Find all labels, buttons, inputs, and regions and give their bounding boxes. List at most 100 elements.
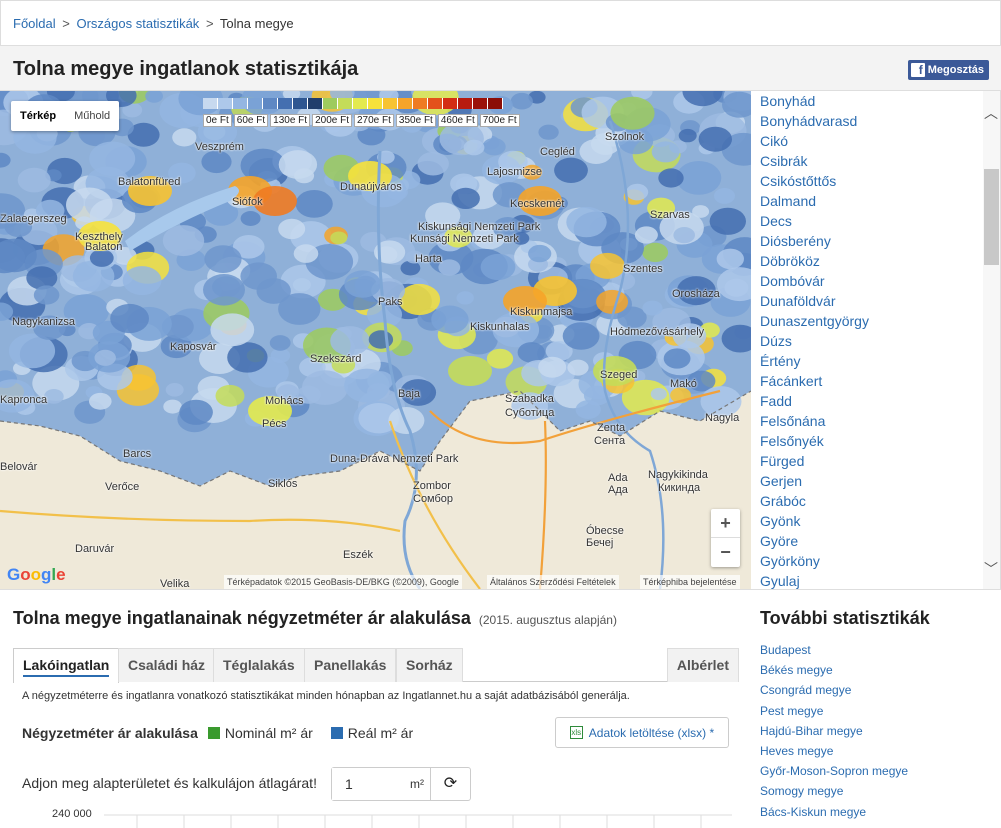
facebook-share-button[interactable]: f Megosztás bbox=[907, 60, 989, 80]
legend-price-label: 60e Ft bbox=[233, 114, 269, 127]
nominal-label: Nominál m² ár bbox=[224, 725, 313, 741]
more-stats-title: További statisztikák bbox=[760, 608, 930, 628]
more-stats-link[interactable]: Győr-Moson-Sopron megye bbox=[760, 761, 908, 781]
town-link[interactable]: Csibrák bbox=[760, 151, 1000, 171]
town-link[interactable]: Cikó bbox=[760, 131, 1000, 151]
breadcrumb-home-link[interactable]: Főoldal bbox=[13, 16, 56, 31]
map-type-roadmap[interactable]: Térkép bbox=[11, 101, 65, 131]
price-cell bbox=[344, 270, 381, 298]
town-link[interactable]: Grábóc bbox=[760, 491, 1000, 511]
town-list-scrollbar[interactable]: ︿ ﹀ bbox=[983, 91, 1000, 589]
town-link[interactable]: Értény bbox=[760, 351, 1000, 371]
zoom-out-button[interactable]: − bbox=[711, 538, 740, 567]
town-link[interactable]: Bonyhádvarasd bbox=[760, 111, 1000, 131]
town-link[interactable]: Dunaföldvár bbox=[760, 291, 1000, 311]
legend-nominal[interactable]: Nominál m² ár bbox=[207, 725, 313, 741]
zoom-in-button[interactable]: + bbox=[711, 509, 740, 538]
refresh-icon[interactable]: ⟳ bbox=[430, 768, 470, 800]
town-link[interactable]: Dalmand bbox=[760, 191, 1000, 211]
map-type-control[interactable]: Térkép Műhold bbox=[11, 101, 120, 131]
town-link[interactable]: Fadd bbox=[760, 391, 1000, 411]
tab-alberlet[interactable]: Albérlet bbox=[666, 648, 739, 682]
price-cell bbox=[626, 183, 649, 201]
price-cell bbox=[240, 211, 261, 226]
town-link[interactable]: Decs bbox=[760, 211, 1000, 231]
scroll-thumb[interactable] bbox=[984, 169, 999, 265]
scroll-up-icon[interactable]: ︿ bbox=[984, 103, 998, 123]
tab-panellakas[interactable]: Panellakás bbox=[304, 648, 397, 682]
legend-price-label: 350e Ft bbox=[395, 114, 436, 127]
town-link[interactable]: Dúzs bbox=[760, 331, 1000, 351]
price-cell bbox=[431, 305, 469, 334]
town-link[interactable]: Fácánkert bbox=[760, 371, 1000, 391]
map-city-label: Nagykikinda bbox=[648, 469, 708, 481]
town-link[interactable]: Felsőnyék bbox=[760, 431, 1000, 451]
price-cell bbox=[692, 205, 710, 218]
map-city-label: Balaton bbox=[85, 241, 123, 253]
town-link[interactable]: Felsőnána bbox=[760, 411, 1000, 431]
map-city-label: Kunsági Nemzeti Park bbox=[410, 233, 519, 245]
more-stats-link[interactable]: Budapest bbox=[760, 640, 908, 660]
map-terms-link[interactable]: Általános Szerződési Feltételek bbox=[487, 575, 619, 589]
map-city-label: Сомбор bbox=[413, 493, 454, 505]
town-link[interactable]: Györköny bbox=[760, 551, 1000, 571]
town-link[interactable]: Gerjen bbox=[760, 471, 1000, 491]
download-xlsx-button[interactable]: xls Adatok letöltése (xlsx) * bbox=[555, 717, 729, 748]
town-link[interactable]: Csikóstőttős bbox=[760, 171, 1000, 191]
map-city-label: Harta bbox=[415, 253, 442, 265]
map-city-label: Бечеј bbox=[586, 537, 614, 549]
price-cell bbox=[698, 126, 732, 152]
more-stats-link[interactable]: Somogy megye bbox=[760, 781, 908, 801]
town-link[interactable]: Diósberény bbox=[760, 231, 1000, 251]
facebook-icon: f bbox=[910, 63, 925, 77]
breadcrumb-national-stats-link[interactable]: Országos statisztikák bbox=[76, 16, 199, 31]
legend-color-step bbox=[353, 98, 368, 109]
tab-sorhaz[interactable]: Sorház bbox=[396, 648, 463, 682]
tab-teglalakas[interactable]: Téglalakás bbox=[213, 648, 305, 682]
page-title: Tolna megye ingatlanok statisztikája bbox=[13, 58, 359, 80]
town-list: Bonyhád Bonyhádvarasd Cikó Csibrák Csikóstőt… bbox=[751, 91, 1000, 589]
legend-color-step bbox=[368, 98, 383, 109]
price-cell bbox=[163, 399, 182, 414]
map-city-label: Szeged bbox=[600, 369, 638, 381]
scroll-down-icon[interactable]: ﹀ bbox=[984, 559, 998, 579]
legend-color-step bbox=[248, 98, 263, 109]
price-cell bbox=[634, 226, 658, 244]
price-cell bbox=[517, 342, 545, 363]
map-city-label: Belovár bbox=[0, 461, 38, 473]
stats-description: A négyzetméterre és ingatlanra vonatkozó… bbox=[22, 690, 630, 702]
town-link[interactable]: Dunaszentgyörgy bbox=[760, 311, 1000, 331]
town-link[interactable]: Gyönk bbox=[760, 511, 1000, 531]
more-stats-link[interactable]: Pest megye bbox=[760, 701, 908, 721]
town-link[interactable]: Bonyhád bbox=[760, 91, 1000, 111]
map-city-label: Nagykanizsa bbox=[12, 316, 75, 328]
town-link[interactable]: Dombóvár bbox=[760, 271, 1000, 291]
price-cell bbox=[295, 190, 333, 218]
price-cell bbox=[642, 242, 669, 263]
price-heatmap[interactable]: Szolnok Cegléd Veszprém Dunaújváros Lajosmiz… bbox=[0, 91, 751, 589]
town-link[interactable]: Döbrököz bbox=[760, 251, 1000, 271]
price-cell bbox=[663, 348, 691, 369]
price-cell bbox=[269, 335, 291, 351]
town-link[interactable]: Fürged bbox=[760, 451, 1000, 471]
map-city-label: Paks bbox=[378, 296, 403, 308]
legend-real[interactable]: Reál m² ár bbox=[330, 725, 413, 741]
town-link[interactable]: Gyulaj bbox=[760, 571, 1000, 589]
more-stats-link[interactable]: Bács-Kiskun megye bbox=[760, 802, 908, 822]
tab-lakoingatlan[interactable]: Lakóingatlan bbox=[13, 648, 120, 683]
price-cell bbox=[673, 227, 695, 244]
more-stats-link[interactable]: Hajdú-Bihar megye bbox=[760, 721, 908, 741]
tab-csaladi-haz[interactable]: Családi ház bbox=[118, 648, 216, 682]
town-list-panel[interactable]: Bonyhád Bonyhádvarasd Cikó Csibrák Csikóstőt… bbox=[751, 91, 1001, 589]
map-canvas[interactable] bbox=[0, 91, 751, 589]
map-report-link[interactable]: Térképhiba bejelentése bbox=[640, 575, 740, 589]
legend-color-step bbox=[473, 98, 488, 109]
price-cell bbox=[368, 330, 394, 349]
map-type-satellite[interactable]: Műhold bbox=[65, 101, 119, 131]
more-stats-link[interactable]: Heves megye bbox=[760, 741, 908, 761]
town-link[interactable]: Györe bbox=[760, 531, 1000, 551]
zoom-control[interactable]: + − bbox=[711, 509, 740, 567]
price-cell bbox=[451, 187, 480, 209]
more-stats-link[interactable]: Csongrád megye bbox=[760, 680, 908, 700]
more-stats-link[interactable]: Békés megye bbox=[760, 660, 908, 680]
